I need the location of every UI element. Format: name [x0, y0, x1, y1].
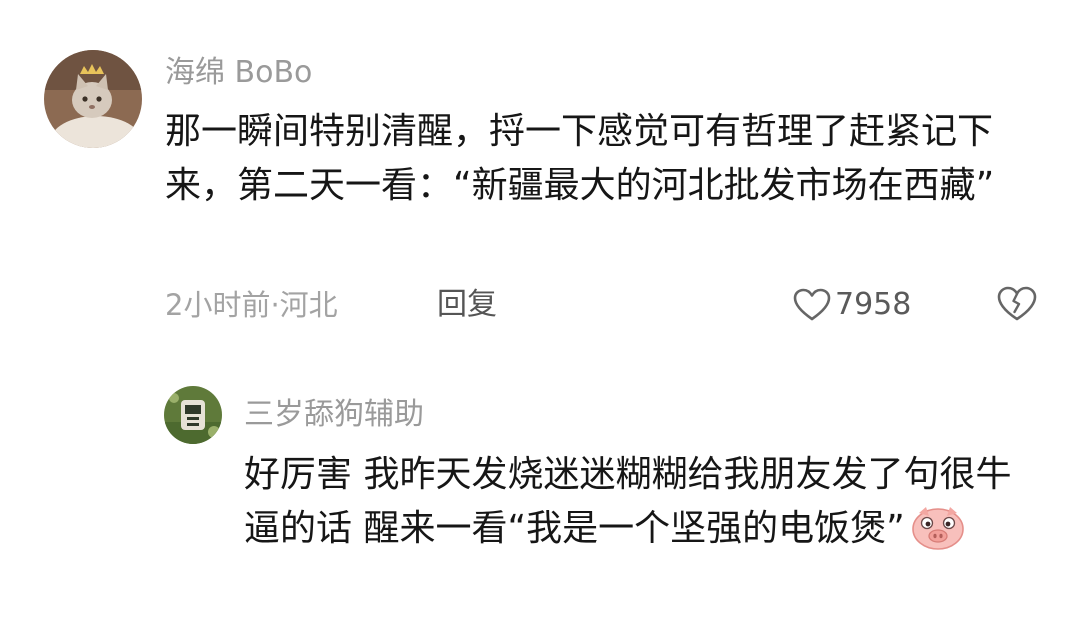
- user-avatar[interactable]: [44, 50, 142, 148]
- broken-heart-icon: [997, 286, 1037, 321]
- like-count: 7958: [835, 287, 912, 322]
- comment-time-location: 2小时前·河北: [165, 288, 338, 322]
- comment-username[interactable]: 海绵 BoBo: [165, 53, 312, 93]
- comment-meta: 2小时前·河北 回复 7958: [165, 283, 1045, 327]
- comment-text: 那一瞬间特别清醒，捋一下感觉可有哲理了赶紧记下来，第二天一看：“新疆最大的河北批…: [165, 111, 995, 206]
- reply-item: 三岁舔狗辅助 好厉害 我昨天发烧迷迷糊糊给我朋友发了句很牛逼的话 醒来一看“我是…: [160, 380, 1040, 620]
- reply-avatar[interactable]: [164, 386, 222, 444]
- cat-avatar-icon: [44, 50, 142, 148]
- cartoon-avatar-icon: [164, 386, 222, 444]
- comment-item: 海绵 BoBo 那一瞬间特别清醒，捋一下感觉可有哲理了赶紧记下来，第二天一看：“…: [40, 45, 1050, 345]
- dislike-button[interactable]: [997, 286, 1037, 326]
- reply-text-block: 好厉害 我昨天发烧迷迷糊糊给我朋友发了句很牛逼的话 醒来一看“我是一个坚强的电饭…: [244, 448, 1034, 556]
- heart-outline-icon: [793, 288, 831, 321]
- reply-text: 好厉害 我昨天发烧迷迷糊糊给我朋友发了句很牛逼的话 醒来一看“我是一个坚强的电饭…: [244, 454, 1012, 549]
- pig-face-emoji: [911, 504, 965, 550]
- reply-button[interactable]: 回复: [437, 285, 497, 325]
- reply-username[interactable]: 三岁舔狗辅助: [244, 395, 424, 435]
- like-button[interactable]: 7958: [793, 285, 911, 325]
